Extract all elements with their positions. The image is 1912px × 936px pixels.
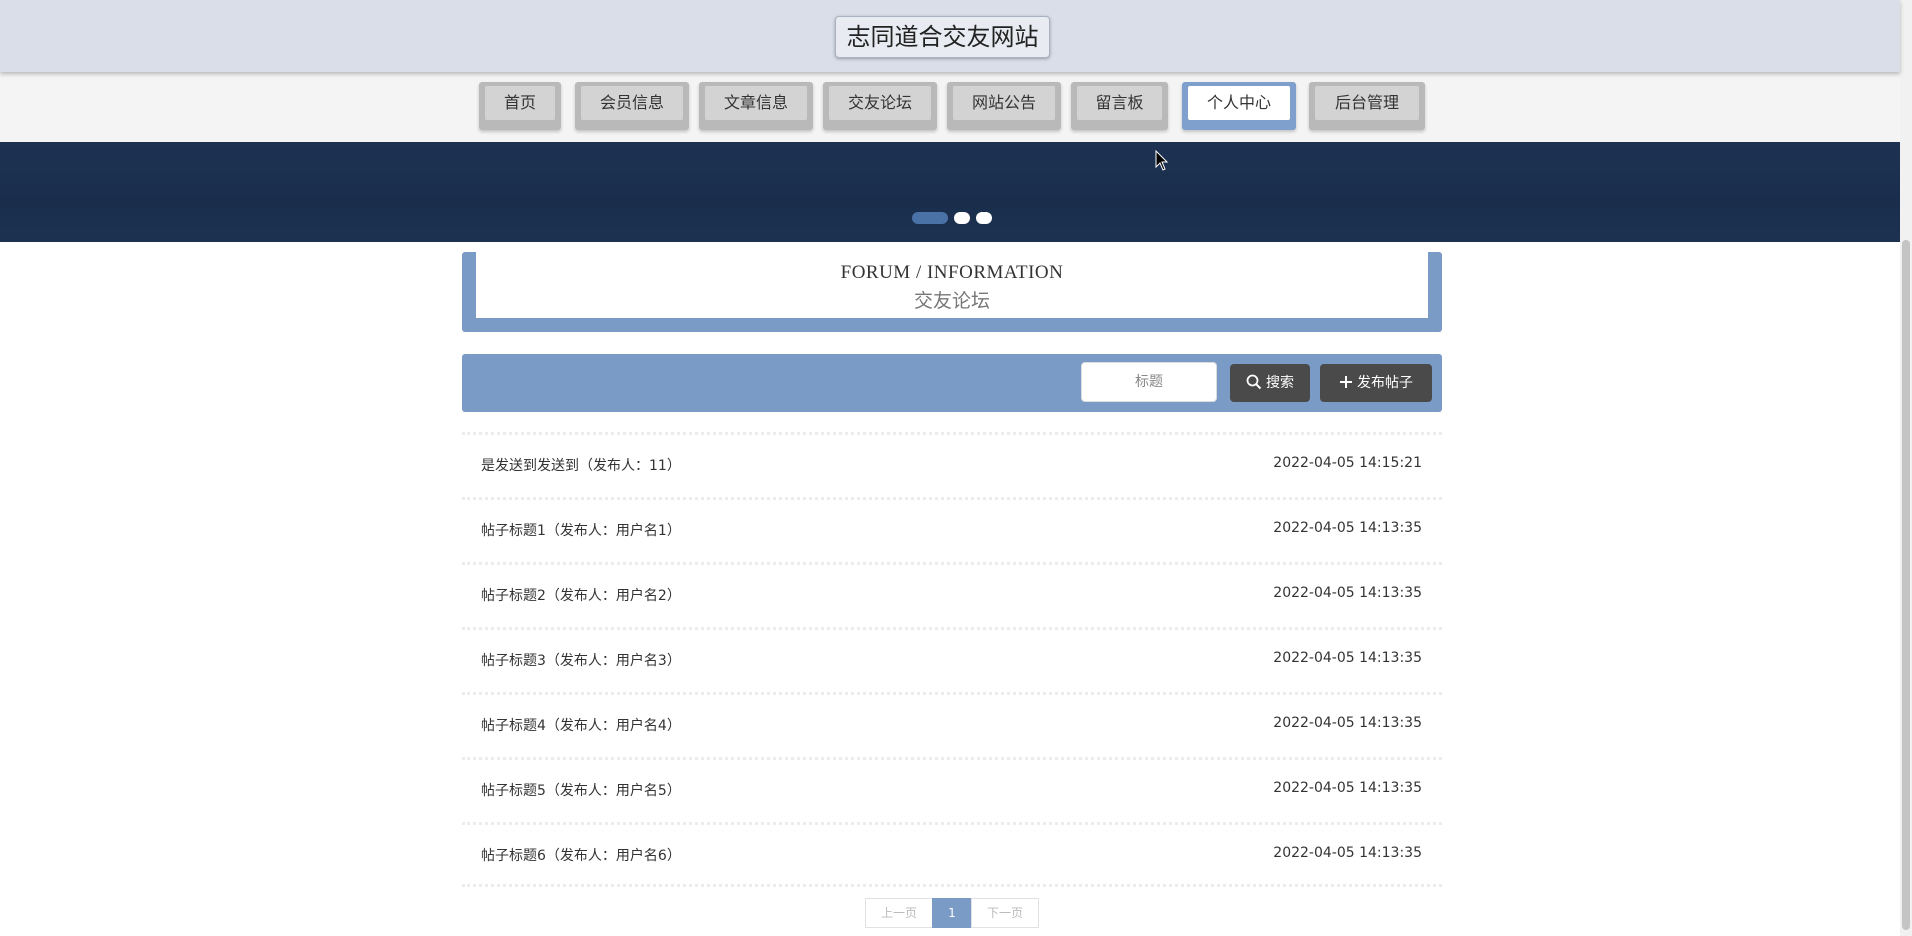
nav-item-label: 会员信息: [581, 86, 683, 120]
main-nav: 首页 会员信息 文章信息 交友论坛 网站公告 留言板 个人中心 后台管理: [0, 72, 1900, 142]
nav-item-admin[interactable]: 后台管理: [1309, 82, 1425, 130]
post-row[interactable]: 帖子标题1（发布人：用户名1） 2022-04-05 14:13:35: [462, 497, 1442, 562]
nav-item-label: 后台管理: [1315, 86, 1419, 120]
section-header-panel: FORUM / INFORMATION 交友论坛: [476, 252, 1428, 318]
section-title-zh: 交友论坛: [913, 290, 990, 312]
post-time: 2022-04-05 14:13:35: [1273, 780, 1422, 796]
page-scrollbar[interactable]: [1900, 0, 1912, 936]
post-row[interactable]: 帖子标题5（发布人：用户名5） 2022-04-05 14:13:35: [462, 757, 1442, 822]
nav-item-label: 文章信息: [705, 86, 807, 120]
nav-item-forum[interactable]: 交友论坛: [823, 82, 937, 130]
post-title[interactable]: 是发送到发送到（发布人：11）: [481, 455, 681, 475]
nav-item-members[interactable]: 会员信息: [575, 82, 689, 130]
site-header: 志同道合交友网站: [0, 0, 1900, 72]
search-icon: [1246, 374, 1262, 389]
carousel-dot-2[interactable]: [954, 212, 970, 224]
section-header: FORUM / INFORMATION 交友论坛: [462, 252, 1442, 332]
prev-page-button[interactable]: 上一页: [865, 898, 933, 928]
mouse-cursor-icon: [1155, 150, 1169, 171]
nav-item-label: 留言板: [1077, 86, 1162, 120]
nav-item-announcements[interactable]: 网站公告: [947, 82, 1061, 130]
post-title[interactable]: 帖子标题2（发布人：用户名2）: [481, 585, 681, 605]
post-row[interactable]: 帖子标题4（发布人：用户名4） 2022-04-05 14:13:35: [462, 692, 1442, 757]
post-title[interactable]: 帖子标题3（发布人：用户名3）: [481, 650, 681, 670]
banner-carousel: [0, 142, 1900, 242]
search-input[interactable]: [1081, 362, 1217, 402]
scrollbar-thumb[interactable]: [1902, 240, 1910, 930]
post-time: 2022-04-05 14:13:35: [1273, 715, 1422, 731]
search-button[interactable]: 搜索: [1230, 364, 1310, 402]
nav-item-articles[interactable]: 文章信息: [699, 82, 813, 130]
nav-item-label: 网站公告: [953, 86, 1055, 120]
nav-item-home[interactable]: 首页: [479, 82, 561, 130]
site-title: 志同道合交友网站: [835, 16, 1050, 58]
carousel-dot-1[interactable]: [912, 212, 948, 224]
post-time: 2022-04-05 14:15:21: [1273, 455, 1422, 471]
post-time: 2022-04-05 14:13:35: [1273, 520, 1422, 536]
post-title[interactable]: 帖子标题4（发布人：用户名4）: [481, 715, 681, 735]
plus-icon: [1340, 375, 1352, 388]
next-page-button[interactable]: 下一页: [971, 898, 1039, 928]
nav-item-guestbook[interactable]: 留言板: [1071, 82, 1168, 130]
post-time: 2022-04-05 14:13:35: [1273, 650, 1422, 666]
nav-item-label: 交友论坛: [829, 86, 931, 120]
post-row[interactable]: 帖子标题6（发布人：用户名6） 2022-04-05 14:13:35: [462, 822, 1442, 887]
publish-post-button[interactable]: 发布帖子: [1320, 364, 1432, 402]
post-row[interactable]: 帖子标题2（发布人：用户名2） 2022-04-05 14:13:35: [462, 562, 1442, 627]
post-row[interactable]: 是发送到发送到（发布人：11） 2022-04-05 14:15:21: [462, 432, 1442, 497]
post-title[interactable]: 帖子标题1（发布人：用户名1）: [481, 520, 681, 540]
post-time: 2022-04-05 14:13:35: [1273, 845, 1422, 861]
search-button-label: 搜索: [1266, 375, 1294, 391]
nav-item-label: 首页: [485, 86, 555, 120]
nav-item-label: 个人中心: [1188, 86, 1290, 120]
page-number-current[interactable]: 1: [932, 898, 972, 928]
post-title[interactable]: 帖子标题6（发布人：用户名6）: [481, 845, 681, 865]
post-row[interactable]: 帖子标题3（发布人：用户名3） 2022-04-05 14:13:35: [462, 627, 1442, 692]
carousel-dot-3[interactable]: [976, 212, 992, 224]
post-title[interactable]: 帖子标题5（发布人：用户名5）: [481, 780, 681, 800]
section-title-en: FORUM / INFORMATION: [840, 262, 1064, 283]
post-time: 2022-04-05 14:13:35: [1273, 585, 1422, 601]
publish-post-label: 发布帖子: [1357, 375, 1413, 391]
nav-item-personal-center[interactable]: 个人中心: [1182, 82, 1296, 130]
post-list: 是发送到发送到（发布人：11） 2022-04-05 14:15:21 帖子标题…: [462, 432, 1442, 887]
